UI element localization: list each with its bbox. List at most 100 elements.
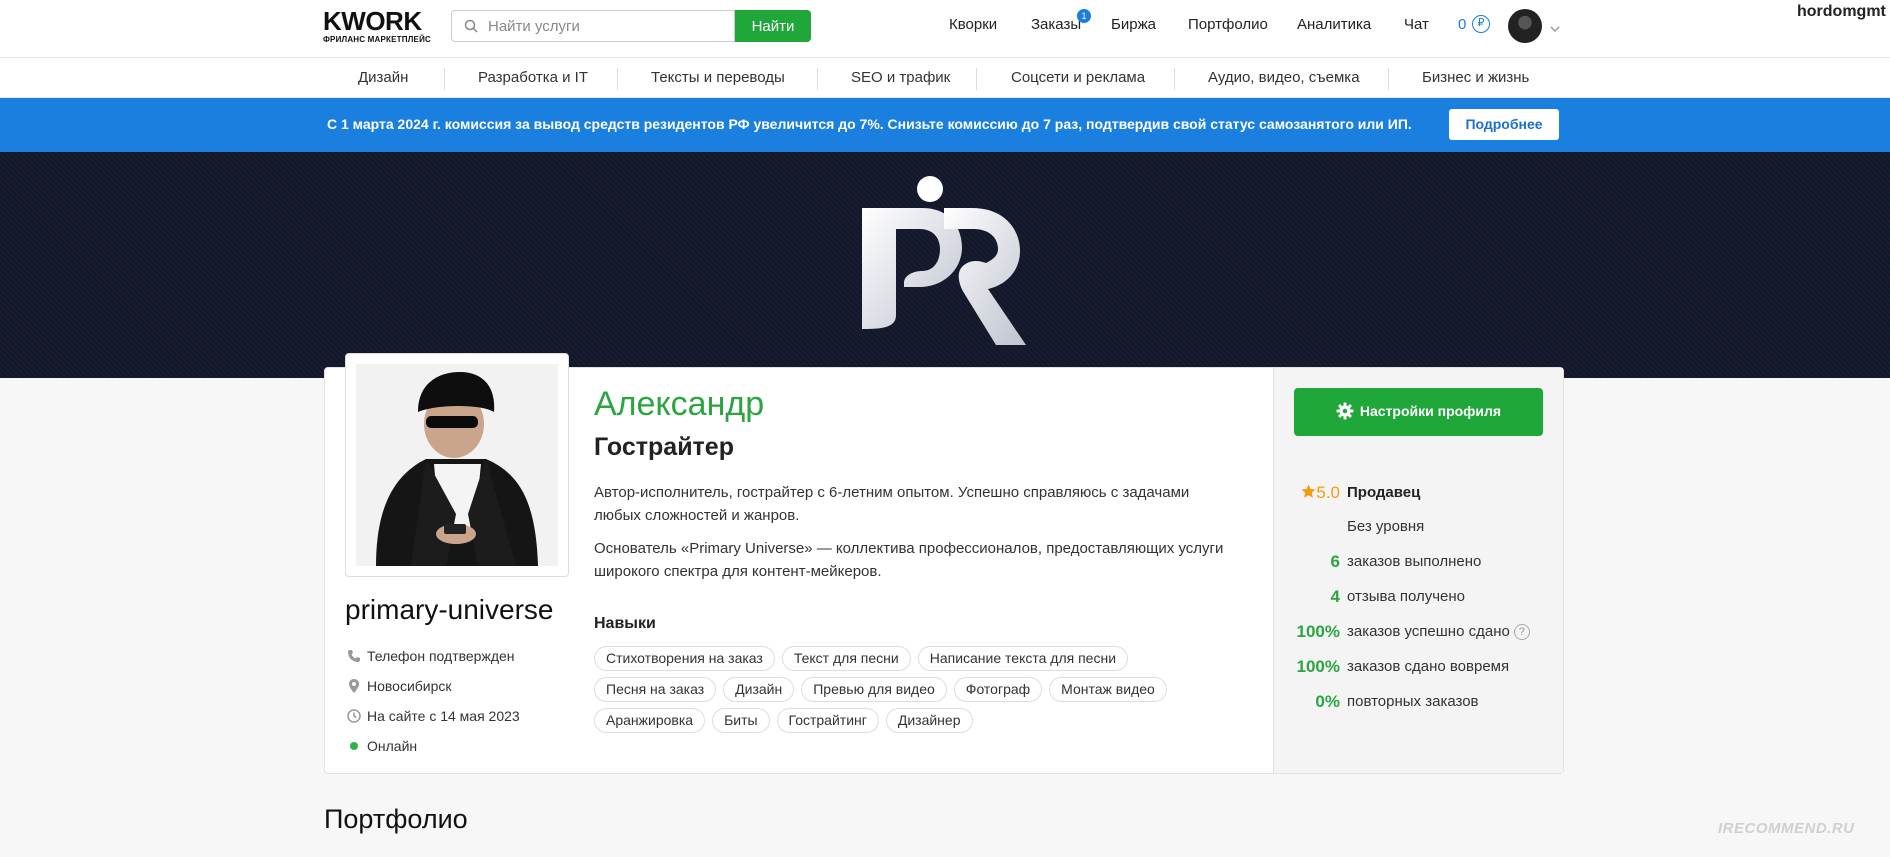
stat-value: 100% — [1296, 622, 1340, 641]
skill-tag[interactable]: Стихотворения на заказ — [594, 646, 775, 671]
gear-icon — [1336, 402, 1354, 423]
category-social[interactable]: Соцсети и реклама — [1011, 69, 1145, 86]
stat-value: 4 — [1330, 587, 1340, 606]
stat-value: 100% — [1296, 657, 1340, 676]
nav-analytics[interactable]: Аналитика — [1297, 16, 1371, 33]
top-header: KWORK ФРИЛАНС МАРКЕТПЛЕЙС Найти Кворки З… — [0, 0, 1890, 58]
meta-since: На сайте с 14 мая 2023 — [347, 708, 520, 724]
phone-icon — [347, 649, 361, 663]
search-button[interactable]: Найти — [735, 10, 811, 42]
category-texts[interactable]: Тексты и переводы — [651, 69, 785, 86]
stat-value: 6 — [1330, 552, 1340, 571]
divider — [444, 68, 445, 90]
ruble-icon: ₽ — [1472, 15, 1490, 33]
meta-city: Новосибирск — [347, 678, 452, 694]
banner-message: С 1 марта 2024 г. комиссия за вывод сред… — [327, 116, 1412, 132]
nav-exchange[interactable]: Биржа — [1111, 16, 1156, 33]
stat-label: отзыва получено — [1347, 588, 1466, 605]
nav-orders[interactable]: Заказы — [1031, 16, 1081, 33]
skill-tag[interactable]: Песня на заказ — [594, 677, 717, 702]
skill-tag[interactable]: Гострайтинг — [776, 708, 879, 733]
skill-tag[interactable]: Биты — [712, 708, 770, 733]
stat-label: заказов выполнено — [1347, 553, 1482, 570]
skill-tag[interactable]: Фотограф — [953, 677, 1043, 702]
meta-status: Онлайн — [347, 738, 417, 754]
settings-button-label: Настройки профиля — [1359, 402, 1502, 419]
divider — [976, 68, 977, 90]
account-name: hordomgmt — [1797, 3, 1886, 20]
location-pin-icon — [347, 679, 361, 693]
chevron-down-icon[interactable] — [1550, 20, 1560, 38]
stat-rating: 5.0 Продавец — [1294, 483, 1554, 505]
meta-phone: Телефон подтвержден — [347, 648, 515, 664]
skill-tag[interactable]: Дизайн — [723, 677, 795, 702]
skill-tag[interactable]: Написание текста для песни — [917, 646, 1129, 671]
profile-username: primary-universe — [345, 594, 554, 625]
stat-label: повторных заказов — [1347, 693, 1479, 710]
stat-row: 0% повторных заказов — [1294, 692, 1554, 714]
skill-tag[interactable]: Монтаж видео — [1049, 677, 1167, 702]
skill-tag[interactable]: Аранжировка — [594, 708, 706, 733]
profile-about-1: Автор-исполнитель, гострайтер с 6-летним… — [594, 484, 1190, 524]
orders-badge: 1 — [1077, 9, 1091, 23]
stat-row: 100% заказов сдано вовремя — [1294, 657, 1554, 679]
watermark: IRECOMMEND.RU — [1718, 820, 1855, 837]
logo-word: KWORK — [323, 6, 422, 36]
nav-chat[interactable]: Чат — [1404, 16, 1429, 33]
seller-role: Продавец — [1347, 484, 1421, 501]
stat-row: 6 заказов выполнено — [1294, 552, 1554, 574]
clock-icon — [347, 709, 361, 723]
stat-label-with-help: заказов успешно сдано? — [1347, 623, 1530, 640]
category-business[interactable]: Бизнес и жизнь — [1422, 69, 1529, 86]
search-box — [451, 10, 735, 42]
rating-value: 5.0 — [1294, 483, 1340, 503]
divider — [1388, 68, 1389, 90]
divider — [817, 68, 818, 90]
profile-photo[interactable] — [356, 364, 558, 566]
logo-subtitle: ФРИЛАНС МАРКЕТПЛЕЙС — [323, 35, 431, 44]
nav-portfolio[interactable]: Портфолио — [1188, 16, 1268, 33]
stat-label: заказов успешно сдано — [1347, 623, 1510, 640]
help-icon[interactable]: ? — [1513, 624, 1530, 640]
meta-status-text: Онлайн — [367, 738, 418, 754]
category-seo[interactable]: SEO и трафик — [851, 69, 950, 86]
commission-banner: С 1 марта 2024 г. комиссия за вывод сред… — [0, 98, 1890, 152]
category-development[interactable]: Разработка и IT — [478, 69, 588, 86]
user-avatar[interactable] — [1508, 9, 1542, 43]
profile-about-2: Основатель «Primary Universe» — коллекти… — [594, 540, 1224, 580]
kwork-logo[interactable]: KWORK ФРИЛАНС МАРКЕТПЛЕЙС — [323, 8, 431, 44]
stat-value: 0% — [1315, 692, 1340, 711]
stat-row: 4 отзыва получено — [1294, 587, 1554, 609]
nav-kworks[interactable]: Кворки — [949, 16, 997, 33]
stat-label: заказов сдано вовремя — [1347, 658, 1510, 675]
skills-heading: Навыки — [594, 615, 656, 632]
skill-tag[interactable]: Превью для видео — [801, 677, 947, 702]
seller-level: Без уровня — [1347, 518, 1425, 535]
cover-logo-image — [862, 176, 1026, 345]
divider — [1174, 68, 1175, 90]
search-input[interactable] — [488, 11, 728, 41]
star-icon — [1301, 484, 1316, 498]
skill-tag[interactable]: Дизайнер — [885, 708, 973, 733]
skills-list: Стихотворения на заказ Текст для песни Нап… — [594, 646, 1234, 739]
banner-more-button[interactable]: Подробнее — [1449, 109, 1559, 140]
profile-name: Александр — [594, 385, 765, 423]
meta-since-text: На сайте с 14 мая 2023 — [367, 708, 520, 724]
meta-phone-text: Телефон подтвержден — [367, 648, 515, 664]
balance-amount[interactable]: 0 — [1458, 16, 1466, 33]
skill-tag[interactable]: Текст для песни — [781, 646, 911, 671]
search-icon — [464, 19, 478, 38]
stat-level: Без уровня — [1294, 517, 1554, 539]
rating-number: 5.0 — [1316, 483, 1340, 502]
profile-photo-frame — [345, 353, 569, 577]
divider — [617, 68, 618, 90]
online-indicator — [350, 742, 358, 750]
portfolio-heading: Портфолио — [324, 804, 468, 834]
profile-settings-button[interactable]: Настройки профиля — [1294, 388, 1543, 436]
meta-city-text: Новосибирск — [367, 678, 452, 694]
category-audio-video[interactable]: Аудио, видео, съемка — [1208, 69, 1360, 86]
profile-title: Гострайтер — [594, 433, 734, 461]
profile-cover — [0, 152, 1890, 378]
stat-row: 100% заказов успешно сдано? — [1294, 622, 1554, 644]
category-design[interactable]: Дизайн — [358, 69, 408, 86]
